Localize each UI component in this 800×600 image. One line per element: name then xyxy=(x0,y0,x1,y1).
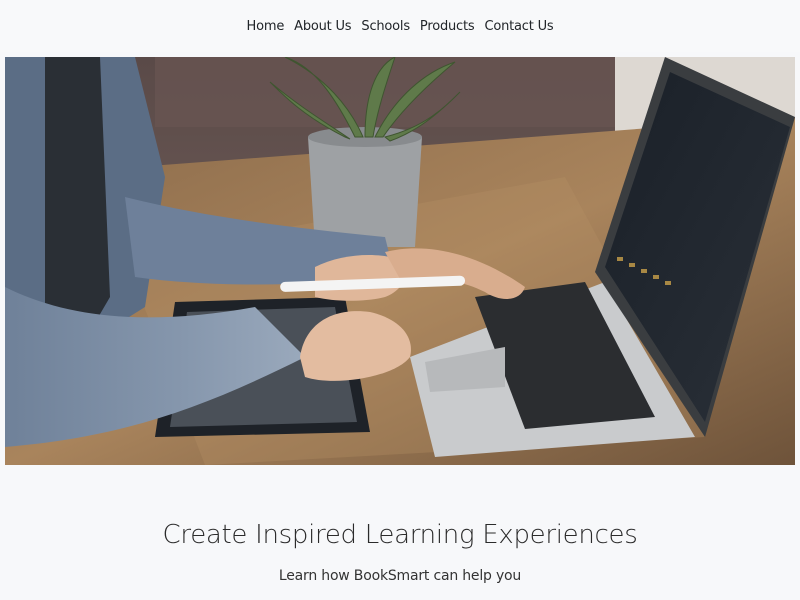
hero-headline: Create Inspired Learning Experiences xyxy=(162,520,638,550)
nav-link-about-us[interactable]: About Us xyxy=(289,19,356,34)
hero-photo-illustration xyxy=(5,57,795,465)
nav-link-schools[interactable]: Schools xyxy=(356,19,415,34)
top-navbar: Home About Us Schools Products Contact U… xyxy=(0,0,800,52)
nav-link-contact-us[interactable]: Contact Us xyxy=(479,19,558,34)
nav-link-home[interactable]: Home xyxy=(242,19,290,34)
hero-subline: Learn how BookSmart can help you xyxy=(278,568,522,584)
intro-section: Create Inspired Learning Experiences Lea… xyxy=(0,465,800,600)
nav-link-products[interactable]: Products xyxy=(415,19,480,34)
hero-image xyxy=(5,57,795,465)
